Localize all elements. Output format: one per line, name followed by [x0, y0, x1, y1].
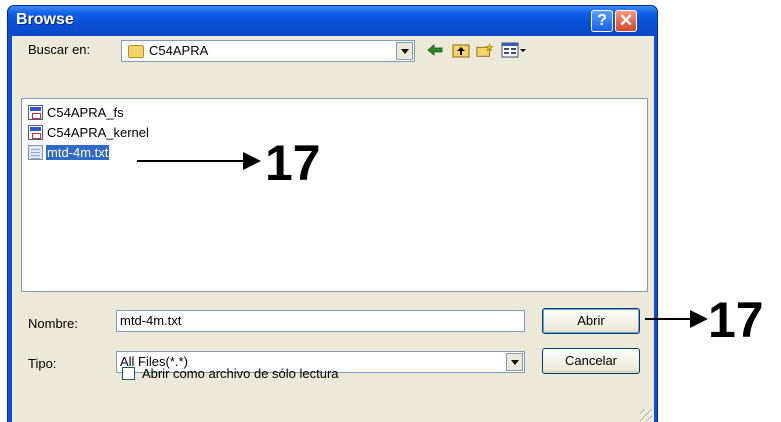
file-name: mtd-4m.txt — [46, 145, 110, 160]
readonly-checkbox[interactable] — [122, 367, 135, 380]
browse-dialog: Browse ? ✕ Buscar en: C54APRA C54APRA_fs — [7, 5, 658, 422]
look-in-value: C54APRA — [149, 43, 209, 58]
annotation-arrow-line — [137, 160, 245, 162]
application-icon — [28, 105, 43, 120]
filename-label: Nombre: — [28, 316, 78, 331]
readonly-label[interactable]: Abrir como archivo de sólo lectura — [142, 366, 339, 381]
look-in-dropdown[interactable]: C54APRA — [121, 40, 415, 62]
cancel-button[interactable]: Cancelar — [542, 348, 640, 374]
dialog-client-area: Buscar en: C54APRA C54APRA_fs C54APRA_ke… — [12, 36, 654, 422]
resize-grip[interactable] — [640, 409, 652, 421]
annotation-step-number: 17 — [265, 135, 321, 191]
close-button[interactable]: ✕ — [615, 10, 637, 32]
filename-value: mtd-4m.txt — [120, 313, 182, 328]
application-icon — [28, 125, 43, 140]
annotation-arrow-head — [690, 310, 708, 328]
list-item[interactable]: C54APRA_kernel — [28, 124, 150, 141]
window-title: Browse — [16, 11, 74, 28]
file-type-label: Tipo: — [28, 356, 57, 371]
file-list[interactable]: C54APRA_fs C54APRA_kernel mtd-4m.txt — [21, 98, 648, 292]
list-item-selected[interactable]: mtd-4m.txt — [28, 144, 110, 161]
file-name: C54APRA_kernel — [47, 125, 149, 140]
back-arrow-icon[interactable] — [426, 41, 444, 59]
new-folder-icon[interactable] — [476, 41, 494, 59]
open-button[interactable]: Abrir — [542, 308, 640, 334]
file-name: C54APRA_fs — [47, 105, 124, 120]
up-folder-icon[interactable] — [452, 41, 470, 59]
help-button[interactable]: ? — [591, 10, 613, 32]
folder-icon — [128, 45, 144, 58]
text-file-icon — [28, 145, 43, 160]
look-in-label: Buscar en: — [28, 42, 91, 57]
annotation-step-number: 17 — [708, 292, 764, 348]
list-item[interactable]: C54APRA_fs — [28, 104, 125, 121]
chevron-down-icon[interactable] — [396, 42, 413, 60]
annotation-arrow-line — [645, 318, 693, 320]
filename-input[interactable]: mtd-4m.txt — [116, 310, 525, 332]
chevron-down-icon[interactable] — [506, 353, 523, 371]
view-menu-icon[interactable] — [501, 41, 527, 59]
title-bar[interactable]: Browse ? ✕ — [8, 6, 657, 36]
annotation-arrow-head — [243, 152, 261, 170]
